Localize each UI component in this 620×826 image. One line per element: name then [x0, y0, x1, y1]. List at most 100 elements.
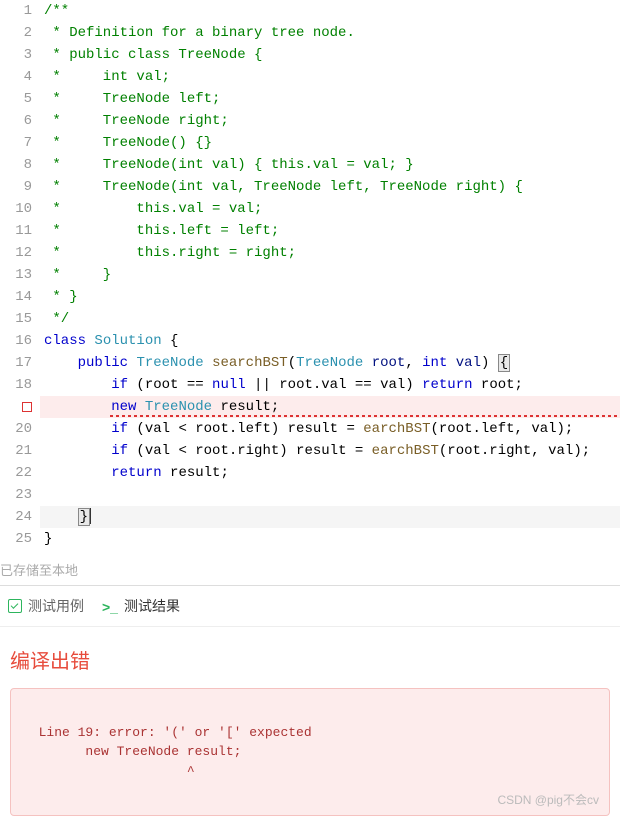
line-number: 21: [0, 440, 32, 462]
line-number: 8: [0, 154, 32, 176]
code-editor[interactable]: 123456789101112131415161718202122232425 …: [0, 0, 620, 550]
code-area[interactable]: /** * Definition for a binary tree node.…: [40, 0, 620, 550]
line-number: 5: [0, 88, 32, 110]
line-number: 6: [0, 110, 32, 132]
code-token: (val < root.left) result =: [128, 421, 363, 437]
code-token: (val < root.right) result =: [128, 443, 372, 459]
code-token: [44, 421, 111, 437]
code-line[interactable]: return result;: [40, 462, 620, 484]
code-line[interactable]: */: [40, 308, 620, 330]
code-token: earchBST: [372, 443, 439, 459]
code-line[interactable]: if (root == null || root.val == val) ret…: [40, 374, 620, 396]
code-token: || root.val == val): [246, 377, 422, 393]
code-token: [204, 355, 212, 371]
code-token: TreeNode: [145, 399, 212, 415]
error-message-text: Line 19: error: '(' or '[' expected new …: [23, 725, 312, 779]
code-line[interactable]: * int val;: [40, 66, 620, 88]
code-line[interactable]: if (val < root.left) result = earchBST(r…: [40, 418, 620, 440]
code-token: public: [78, 355, 128, 371]
code-line[interactable]: class Solution {: [40, 330, 620, 352]
result-tabs: 测试用例 >_ 测试结果: [0, 586, 620, 627]
code-line[interactable]: * TreeNode left;: [40, 88, 620, 110]
code-token: class: [44, 333, 86, 349]
code-token: (: [288, 355, 296, 371]
line-number: 1: [0, 0, 32, 22]
code-token: * Definition for a binary tree node.: [44, 25, 355, 41]
code-token: [136, 399, 144, 415]
code-token: result;: [212, 399, 279, 415]
code-token: * this.right = right;: [44, 245, 296, 261]
line-number: 9: [0, 176, 32, 198]
code-token: null: [212, 377, 246, 393]
line-number: 7: [0, 132, 32, 154]
code-line[interactable]: * TreeNode() {}: [40, 132, 620, 154]
line-number: 23: [0, 484, 32, 506]
code-token: * TreeNode left;: [44, 91, 220, 107]
code-token: [44, 443, 111, 459]
code-token: Solution: [94, 333, 161, 349]
code-token: * this.left = left;: [44, 223, 279, 239]
compile-error-heading: 编译出错: [0, 627, 620, 688]
line-number: 25: [0, 528, 32, 550]
code-token: * }: [44, 289, 78, 305]
line-number: 3: [0, 44, 32, 66]
code-line[interactable]: new TreeNode result;: [40, 396, 620, 418]
code-token: if: [111, 377, 128, 393]
line-number: 2: [0, 22, 32, 44]
tab-testcase[interactable]: 测试用例: [8, 596, 84, 616]
code-token: * }: [44, 267, 111, 283]
code-line[interactable]: * TreeNode(int val) { this.val = val; }: [40, 154, 620, 176]
code-token: * TreeNode(int val, TreeNode left, TreeN…: [44, 179, 523, 195]
code-line[interactable]: public TreeNode searchBST(TreeNode root,…: [40, 352, 620, 374]
line-number: [0, 396, 32, 418]
tab-result[interactable]: >_ 测试结果: [102, 596, 180, 616]
check-icon: [8, 599, 22, 613]
code-line[interactable]: * public class TreeNode {: [40, 44, 620, 66]
code-line[interactable]: * Definition for a binary tree node.: [40, 22, 620, 44]
code-line[interactable]: }: [40, 528, 620, 550]
code-token: root: [372, 355, 406, 371]
code-token: [447, 355, 455, 371]
code-token: ): [481, 355, 498, 371]
line-number: 16: [0, 330, 32, 352]
code-token: new: [111, 399, 136, 415]
code-line[interactable]: * this.left = left;: [40, 220, 620, 242]
code-line[interactable]: * TreeNode(int val, TreeNode left, TreeN…: [40, 176, 620, 198]
code-line[interactable]: * }: [40, 264, 620, 286]
code-line[interactable]: * this.right = right;: [40, 242, 620, 264]
code-token: earchBST: [363, 421, 430, 437]
code-token: [44, 509, 78, 525]
code-token: searchBST: [212, 355, 288, 371]
line-number: 11: [0, 220, 32, 242]
code-line[interactable]: * this.val = val;: [40, 198, 620, 220]
code-token: TreeNode: [296, 355, 363, 371]
line-number: 22: [0, 462, 32, 484]
code-line[interactable]: * }: [40, 286, 620, 308]
code-token: result;: [162, 465, 229, 481]
code-token: * this.val = val;: [44, 201, 262, 217]
line-number: 14: [0, 286, 32, 308]
code-line[interactable]: * TreeNode right;: [40, 110, 620, 132]
code-line[interactable]: [40, 484, 620, 506]
code-token: if: [111, 443, 128, 459]
code-token: }: [44, 531, 52, 547]
code-token: /**: [44, 3, 69, 19]
error-output: Line 19: error: '(' or '[' expected new …: [10, 688, 610, 816]
code-token: }: [78, 508, 90, 526]
save-status: 已存储至本地: [0, 550, 620, 586]
code-token: (root.right, val);: [439, 443, 590, 459]
code-line[interactable]: if (val < root.right) result = earchBST(…: [40, 440, 620, 462]
line-number: 20: [0, 418, 32, 440]
line-number: 13: [0, 264, 32, 286]
code-token: TreeNode: [136, 355, 203, 371]
line-number: 15: [0, 308, 32, 330]
code-token: [363, 355, 371, 371]
error-marker-icon[interactable]: [22, 402, 32, 412]
code-line[interactable]: }: [40, 506, 620, 528]
code-line[interactable]: /**: [40, 0, 620, 22]
code-token: {: [498, 354, 510, 372]
code-token: * int val;: [44, 69, 170, 85]
line-number: 4: [0, 66, 32, 88]
line-number: 18: [0, 374, 32, 396]
code-token: (root ==: [128, 377, 212, 393]
